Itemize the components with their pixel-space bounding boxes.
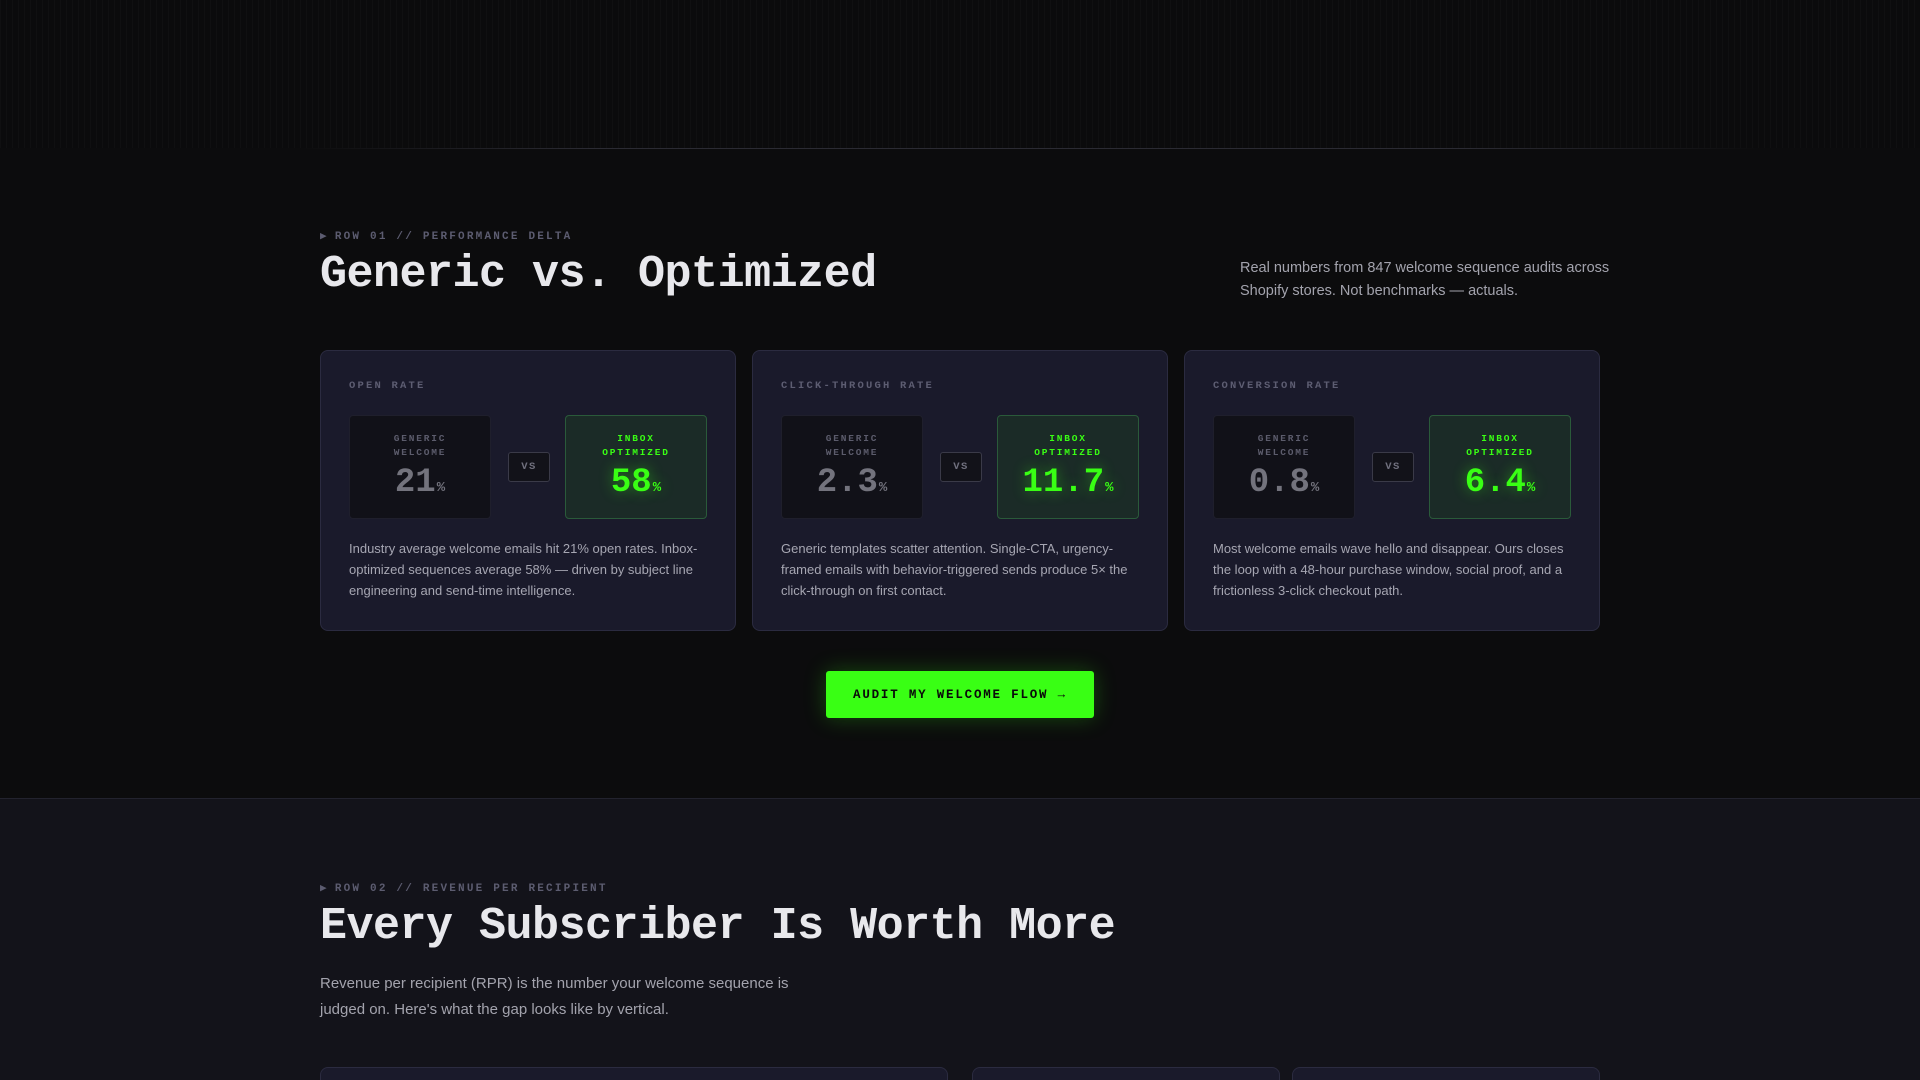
metric-description: Most welcome emails wave hello and disap… bbox=[1213, 541, 1564, 598]
section-title: Generic vs. Optimized bbox=[320, 249, 877, 300]
play-marker-icon: ▶ bbox=[320, 883, 329, 895]
section-side-text: Real numbers from 847 welcome sequence a… bbox=[1240, 260, 1610, 299]
percent-unit: % bbox=[436, 480, 446, 496]
metric-label: CLICK-THROUGH RATE bbox=[781, 380, 935, 392]
percent-unit: % bbox=[1526, 480, 1536, 496]
audit-welcome-flow-button[interactable]: AUDIT MY WELCOME FLOW → bbox=[826, 671, 1094, 718]
metric-label: CONVERSION RATE bbox=[1213, 380, 1341, 392]
metric-card-click-through-rate: CLICK-THROUGH RATE GENERIC WELCOME 2.3% … bbox=[752, 350, 1168, 631]
rpr-card bbox=[320, 1067, 948, 1080]
optimized-label: INBOX OPTIMIZED bbox=[602, 433, 670, 458]
vs-badge: VS bbox=[508, 452, 550, 482]
generic-value: 2.3% bbox=[782, 464, 922, 502]
generic-label: GENERIC WELCOME bbox=[825, 433, 879, 458]
optimized-stat-box: INBOX OPTIMIZED 58% bbox=[565, 415, 707, 519]
metric-label: OPEN RATE bbox=[349, 380, 426, 392]
vs-badge: VS bbox=[940, 452, 982, 482]
section-intro-text: Revenue per recipient (RPR) is the numbe… bbox=[320, 975, 789, 1018]
performance-delta-section: ▶ ROW 01 // PERFORMANCE DELTA Generic vs.… bbox=[0, 149, 1920, 799]
generic-number: 0.8 bbox=[1248, 464, 1310, 502]
optimized-stat-box: INBOX OPTIMIZED 6.4% bbox=[1429, 415, 1571, 519]
generic-number: 2.3 bbox=[816, 464, 878, 502]
generic-stat-box: GENERIC WELCOME 21% bbox=[349, 415, 491, 519]
optimized-number: 11.7 bbox=[1022, 464, 1105, 502]
vs-badge: VS bbox=[1372, 452, 1414, 482]
optimized-stat-box: INBOX OPTIMIZED 11.7% bbox=[997, 415, 1139, 519]
optimized-value: 58% bbox=[566, 464, 706, 502]
eyebrow-text: ROW 01 // PERFORMANCE DELTA bbox=[334, 231, 573, 243]
percent-unit: % bbox=[1310, 480, 1320, 496]
generic-label: GENERIC WELCOME bbox=[1257, 433, 1311, 458]
generic-value: 0.8% bbox=[1214, 464, 1354, 502]
percent-unit: % bbox=[1105, 480, 1114, 496]
eyebrow-text: ROW 02 // REVENUE PER RECIPIENT bbox=[334, 883, 608, 895]
metric-card-open-rate: OPEN RATE GENERIC WELCOME 21% VS INBOX O… bbox=[320, 350, 736, 631]
metric-cards: OPEN RATE GENERIC WELCOME 21% VS INBOX O… bbox=[320, 350, 1600, 631]
play-marker-icon: ▶ bbox=[320, 231, 329, 243]
generic-value: 21% bbox=[350, 464, 490, 502]
hero-strip bbox=[0, 0, 1920, 148]
generic-number: 21 bbox=[394, 464, 436, 502]
optimized-value: 11.7% bbox=[998, 464, 1138, 502]
generic-label: GENERIC WELCOME bbox=[393, 433, 447, 458]
metric-card-conversion-rate: CONVERSION RATE GENERIC WELCOME 0.8% VS … bbox=[1184, 350, 1600, 631]
generic-stat-box: GENERIC WELCOME 0.8% bbox=[1213, 415, 1355, 519]
section-eyebrow: ▶ ROW 01 // PERFORMANCE DELTA bbox=[320, 229, 572, 243]
metric-description: Generic templates scatter attention. Sin… bbox=[781, 541, 1128, 598]
optimized-label: INBOX OPTIMIZED bbox=[1466, 433, 1534, 458]
generic-stat-box: GENERIC WELCOME 2.3% bbox=[781, 415, 923, 519]
section-title: Every Subscriber Is Worth More bbox=[320, 901, 1116, 952]
optimized-number: 58 bbox=[610, 464, 652, 502]
optimized-number: 6.4 bbox=[1464, 464, 1526, 502]
page: ▶ ROW 01 // PERFORMANCE DELTA Generic vs.… bbox=[0, 0, 1920, 1080]
section-eyebrow: ▶ ROW 02 // REVENUE PER RECIPIENT bbox=[320, 881, 608, 895]
metric-description: Industry average welcome emails hit 21% … bbox=[349, 541, 698, 598]
revenue-per-recipient-section: ▶ ROW 02 // REVENUE PER RECIPIENT Every S… bbox=[0, 798, 1920, 1080]
percent-unit: % bbox=[878, 480, 888, 496]
rpr-card bbox=[1292, 1067, 1600, 1080]
percent-unit: % bbox=[652, 480, 662, 496]
rpr-card bbox=[972, 1067, 1280, 1080]
optimized-label: INBOX OPTIMIZED bbox=[1034, 433, 1102, 458]
optimized-value: 6.4% bbox=[1430, 464, 1570, 502]
